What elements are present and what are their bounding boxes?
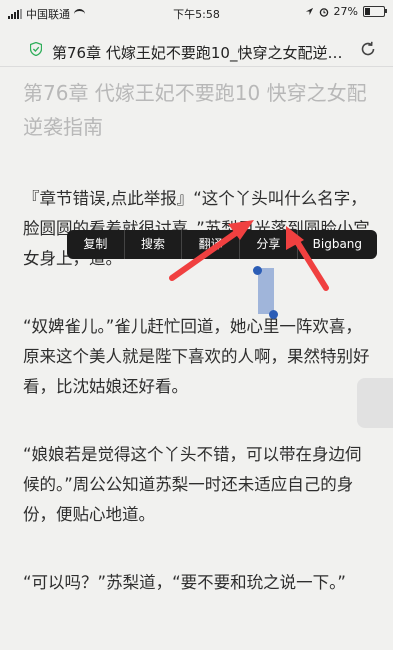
paragraph[interactable]: “可以吗？”苏梨道，“要不要和玧之说一下。” [23,568,373,598]
battery-fill [365,8,370,15]
paragraph[interactable]: “奴婢雀儿。”雀儿赶忙回道，她心里一阵欢喜，原来这个美人就是陛下喜欢的人啊，果然… [23,312,373,402]
menu-item-search[interactable]: 搜索 [125,230,183,259]
reader-content[interactable]: 第76章 代嫁王妃不要跑10 快穿之女配逆袭指南 『章节错误,点此举报』“这个丫… [0,70,393,650]
shield-icon [30,42,42,56]
battery-percent: 27% [333,5,358,18]
floating-side-button[interactable] [357,378,393,428]
refresh-icon[interactable] [359,40,377,58]
menu-item-translate[interactable]: 翻译 [182,230,241,259]
battery-icon [363,6,387,17]
alarm-icon [319,7,328,17]
selection-start-handle[interactable] [253,266,262,275]
menu-item-copy[interactable]: 复制 [67,230,125,259]
status-bar: 中国联通 下午5:58 27% [0,0,393,26]
selection-end-handle[interactable] [269,310,278,319]
text-selection-highlight [258,268,274,314]
paragraph[interactable]: “娘娘若是觉得这个丫头不错，可以带在身边伺候的。”周公公知道苏梨一时还未适应自己… [23,440,373,530]
chapter-title: 第76章 代嫁王妃不要跑10 快穿之女配逆袭指南 [23,81,367,139]
paragraph[interactable]: 『章节错误,点此举报』“这个丫头叫什么名字，脸圆圆的看着就很讨喜。”苏梨目光落到… [23,184,373,274]
menu-item-share[interactable]: 分享 [240,230,298,259]
text-context-menu: 复制 搜索 翻译 分享 Bigbang [67,230,377,259]
status-right: 27% [305,5,387,18]
menu-item-bigbang[interactable]: Bigbang [298,230,377,259]
page-title: 第76章 代嫁王妃不要跑10_快穿之女配逆袭... [52,44,352,62]
location-icon [305,7,313,16]
title-bar: 第76章 代嫁王妃不要跑10_快穿之女配逆袭... [0,26,393,67]
